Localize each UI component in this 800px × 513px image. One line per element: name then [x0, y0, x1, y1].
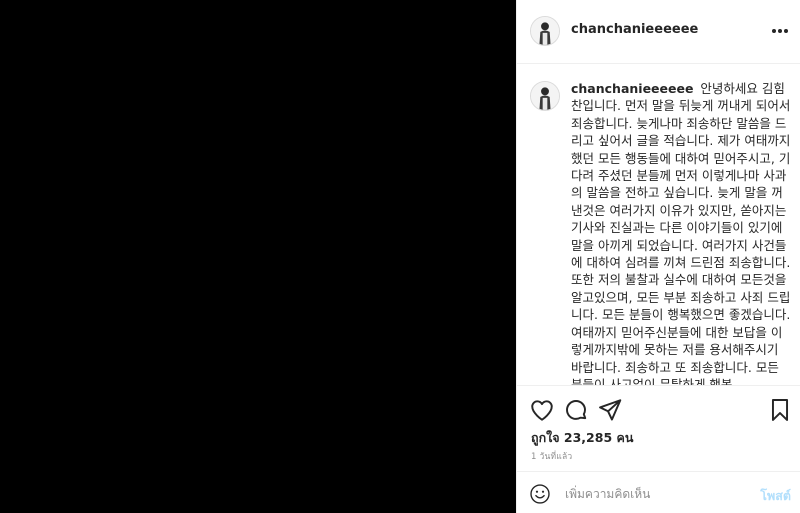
header-username[interactable]: chanchanieeeeee [571, 22, 698, 37]
comment-input[interactable] [565, 482, 745, 506]
post-caption: chanchanieeeeee 안녕하세요 김힘찬입니다. 먼저 말을 뒤늦게 … [571, 80, 793, 385]
caption-text: 안녕하세요 김힘찬입니다. 먼저 말을 뒤늦게 꺼내게 되어서 죄송합니다. 늦… [571, 81, 791, 385]
bookmark-icon[interactable] [767, 397, 793, 423]
add-comment-bar: โพสต์ [517, 471, 800, 513]
post-actions: ถูกใจ 23,285 คน 1 วันที่แล้ว โพสต์ [517, 385, 800, 513]
avatar[interactable] [530, 16, 560, 46]
paper-plane-icon[interactable] [597, 397, 623, 423]
caption-username[interactable]: chanchanieeeeee [571, 81, 693, 96]
comment-bubble-icon[interactable] [563, 397, 589, 423]
post-timestamp[interactable]: 1 วันที่แล้ว [531, 449, 572, 463]
more-options-icon[interactable] [769, 20, 791, 42]
smiley-icon[interactable] [529, 483, 551, 505]
post-side-panel: chanchanieeeeee chanchanieeeeee 안녕하세요 김힘… [516, 0, 800, 513]
post-media [0, 0, 516, 513]
post-header: chanchanieeeeee [517, 0, 800, 64]
heart-icon[interactable] [529, 397, 555, 423]
likes-count[interactable]: ถูกใจ 23,285 คน [531, 428, 633, 448]
post-comment-button[interactable]: โพสต์ [760, 486, 791, 506]
caption-avatar[interactable] [530, 81, 560, 111]
comments-section[interactable]: chanchanieeeeee 안녕하세요 김힘찬입니다. 먼저 말을 뒤늦게 … [517, 65, 800, 385]
